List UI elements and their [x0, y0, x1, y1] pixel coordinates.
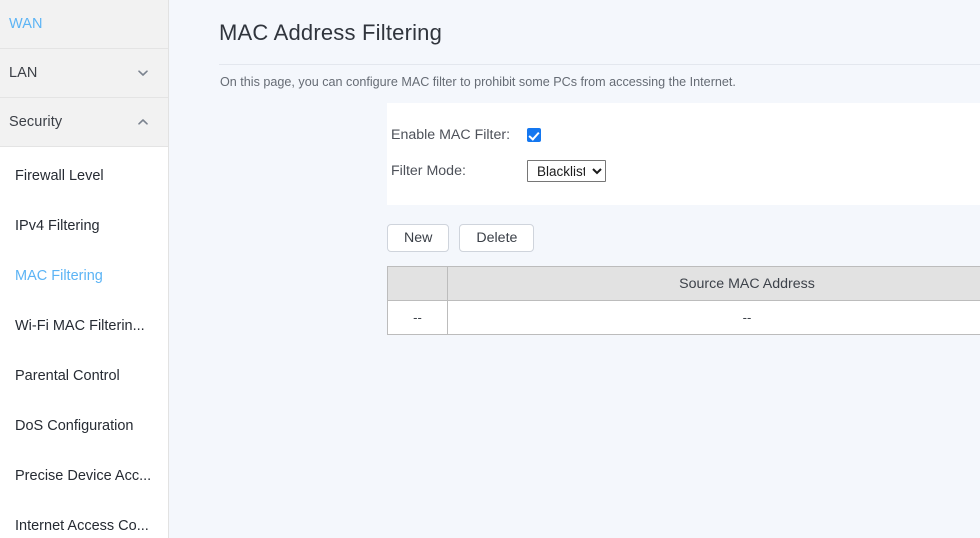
sidebar-item-internet-access-control[interactable]: Internet Access Co...: [0, 501, 168, 538]
nav-group-wan: WAN: [0, 0, 168, 49]
page-title: MAC Address Filtering: [219, 20, 443, 45]
security-submenu: Firewall Level IPv4 Filtering MAC Filter…: [0, 147, 168, 538]
delete-button[interactable]: Delete: [459, 224, 535, 252]
table-action-buttons: New Delete: [387, 224, 980, 252]
chevron-down-icon: [136, 66, 150, 80]
sidebar-item-wifi-mac-filtering[interactable]: Wi-Fi MAC Filterin...: [0, 301, 168, 351]
filter-mode-label: Filter Mode:: [391, 163, 466, 179]
app-root: WAN LAN Security Firewall Level IPv4 Fil…: [0, 0, 980, 538]
sidebar-item-security-label: Security: [9, 114, 63, 130]
nav-group-lan: LAN: [0, 49, 168, 98]
sidebar: WAN LAN Security Firewall Level IPv4 Fil…: [0, 0, 169, 538]
enable-mac-filter-label: Enable MAC Filter:: [391, 127, 511, 143]
sidebar-item-precise-device-access[interactable]: Precise Device Acc...: [0, 451, 168, 501]
settings-panel: Enable MAC Filter: Filter Mode: Blacklis…: [387, 103, 980, 205]
table-header-select: [387, 266, 448, 301]
sidebar-item-parental-control[interactable]: Parental Control: [0, 351, 168, 401]
mac-filter-table: Source MAC Address -- --: [387, 266, 980, 335]
mac-filter-table-head: Source MAC Address: [387, 266, 980, 301]
sidebar-item-mac-filtering[interactable]: MAC Filtering: [0, 251, 168, 301]
sidebar-item-security[interactable]: Security: [0, 98, 168, 147]
filter-mode-row: Filter Mode: Blacklist Whitelist: [387, 153, 980, 189]
table-header-source-mac-address: Source MAC Address: [447, 266, 980, 301]
filter-mode-select[interactable]: Blacklist Whitelist: [527, 160, 606, 182]
mac-filter-table-body: -- --: [387, 300, 980, 335]
page-description-wrap: On this page, you can configure MAC filt…: [219, 64, 980, 89]
main-content: MAC Address Filtering On this page, you …: [169, 0, 980, 538]
sidebar-item-wan-label: WAN: [9, 16, 43, 32]
sidebar-item-lan[interactable]: LAN: [0, 49, 168, 98]
sidebar-item-lan-label: LAN: [9, 65, 38, 81]
page-description: On this page, you can configure MAC filt…: [220, 75, 736, 89]
table-header-row: Source MAC Address: [387, 266, 980, 301]
enable-mac-filter-checkbox[interactable]: [527, 128, 541, 142]
sidebar-item-dos-configuration[interactable]: DoS Configuration: [0, 401, 168, 451]
sidebar-item-firewall-level[interactable]: Firewall Level: [0, 151, 168, 201]
enable-mac-filter-row: Enable MAC Filter:: [387, 117, 980, 153]
table-cell-source-mac-address: --: [447, 300, 980, 335]
new-button[interactable]: New: [387, 224, 450, 252]
sidebar-item-ipv4-filtering[interactable]: IPv4 Filtering: [0, 201, 168, 251]
chevron-up-icon: [136, 115, 150, 129]
nav-group-security: Security Firewall Level IPv4 Filtering M…: [0, 98, 168, 538]
table-row[interactable]: -- --: [387, 300, 980, 335]
table-cell-select: --: [387, 300, 448, 335]
sidebar-item-wan[interactable]: WAN: [0, 0, 168, 49]
